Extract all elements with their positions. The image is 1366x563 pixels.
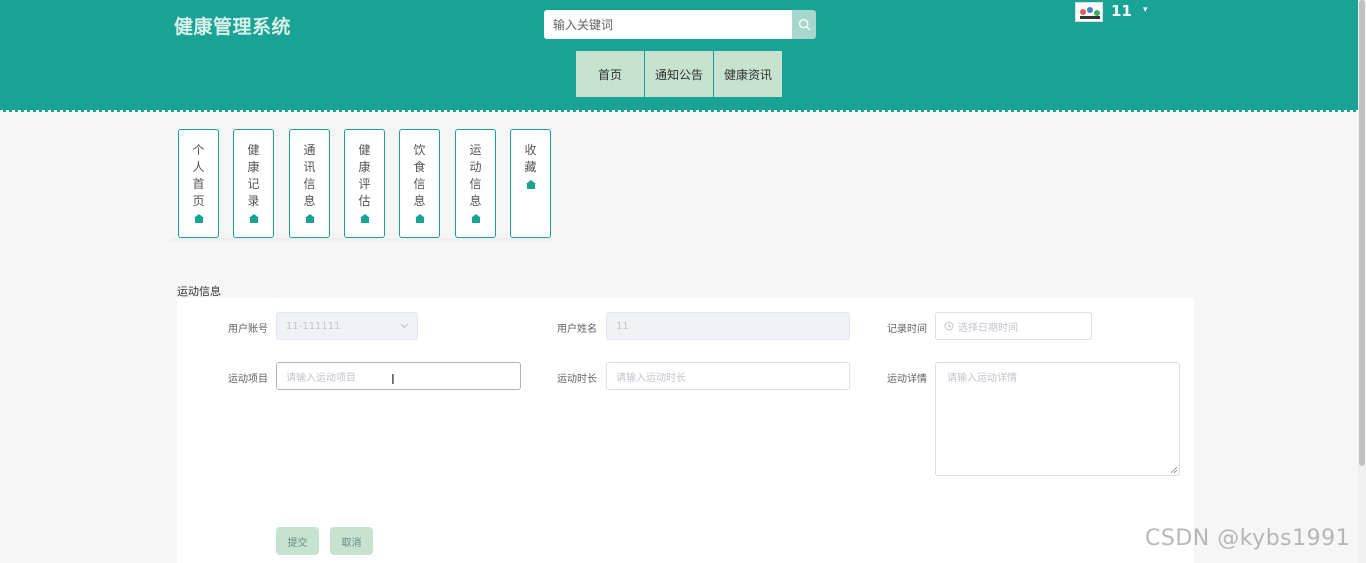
side-card-health-assessment[interactable]: 健康评估 bbox=[344, 129, 385, 238]
side-card-health-records[interactable]: 健康记录 bbox=[233, 129, 274, 238]
side-card-personal-home[interactable]: 个人首页 bbox=[178, 129, 219, 238]
watermark: CSDN @kybs1991 bbox=[1145, 526, 1351, 551]
submit-button[interactable]: 提交 bbox=[276, 527, 319, 555]
exercise-duration-placeholder: 请输入运动时长 bbox=[616, 372, 686, 384]
side-card-label: 个人首页 bbox=[192, 143, 205, 208]
username[interactable]: 11 bbox=[1111, 2, 1132, 20]
nav-item-notices[interactable]: 通知公告 bbox=[645, 51, 713, 97]
text-cursor-icon: I bbox=[391, 373, 395, 388]
search-input[interactable] bbox=[544, 10, 792, 39]
record-time-placeholder: 选择日期时间 bbox=[958, 322, 1018, 334]
side-card-diet-info[interactable]: 饮食信息 bbox=[399, 129, 440, 238]
house-icon bbox=[414, 214, 425, 223]
side-card-label: 健康评估 bbox=[358, 143, 371, 208]
chevron-down-icon[interactable]: ▾ bbox=[1143, 5, 1148, 15]
exercise-detail-label: 运动详情 bbox=[887, 374, 927, 385]
side-menu-shadow bbox=[170, 238, 550, 244]
app-title: 健康管理系统 bbox=[174, 16, 292, 38]
vertical-scrollbar[interactable] bbox=[1358, 0, 1366, 563]
exercise-item-input[interactable]: 请输入运动项目 bbox=[276, 362, 521, 390]
side-card-label: 通讯信息 bbox=[303, 143, 316, 208]
cancel-button[interactable]: 取消 bbox=[330, 527, 373, 555]
exercise-detail-textarea[interactable]: 请输入运动详情 bbox=[935, 362, 1180, 476]
record-time-picker[interactable]: 选择日期时间 bbox=[935, 312, 1092, 340]
user-name-field: 11 bbox=[606, 312, 850, 340]
search-bar bbox=[544, 10, 816, 39]
side-card-exercise-info[interactable]: 运动信息 bbox=[455, 129, 496, 238]
house-icon bbox=[304, 214, 315, 223]
side-card-label: 饮食信息 bbox=[413, 143, 426, 208]
section-title: 运动信息 bbox=[177, 285, 221, 298]
side-card-label: 健康记录 bbox=[247, 143, 260, 208]
scrollbar-thumb[interactable] bbox=[1359, 0, 1365, 466]
exercise-item-placeholder: 请输入运动项目 bbox=[286, 372, 356, 384]
chevron-down-icon bbox=[400, 323, 409, 329]
user-account-value: 11-111111 bbox=[286, 320, 341, 332]
clock-icon bbox=[944, 321, 954, 331]
house-icon bbox=[248, 214, 259, 223]
exercise-item-label: 运动项目 bbox=[228, 374, 268, 385]
user-avatar[interactable] bbox=[1075, 2, 1103, 22]
side-card-contact-info[interactable]: 通讯信息 bbox=[289, 129, 330, 238]
main-nav: 首页 通知公告 健康资讯 bbox=[576, 51, 782, 97]
record-time-label: 记录时间 bbox=[887, 324, 927, 335]
side-card-label: 运动信息 bbox=[469, 143, 482, 208]
nav-item-home[interactable]: 首页 bbox=[576, 51, 644, 97]
search-icon bbox=[798, 18, 810, 31]
house-icon bbox=[359, 214, 370, 223]
house-icon bbox=[470, 214, 481, 223]
user-name-value: 11 bbox=[616, 320, 629, 332]
header-dashed-border bbox=[0, 110, 1358, 113]
house-icon bbox=[193, 214, 204, 223]
nav-item-health-news[interactable]: 健康资讯 bbox=[714, 51, 782, 97]
side-card-label: 收藏 bbox=[524, 143, 537, 174]
side-card-favorites[interactable]: 收藏 bbox=[510, 129, 551, 238]
user-account-label: 用户账号 bbox=[228, 324, 268, 335]
resize-handle-icon[interactable] bbox=[1170, 466, 1178, 474]
top-header: 健康管理系统 11 ▾ 首页 通知公告 健康资讯 bbox=[0, 0, 1358, 112]
house-icon bbox=[525, 180, 536, 189]
user-name-label: 用户姓名 bbox=[557, 324, 597, 335]
exercise-detail-placeholder: 请输入运动详情 bbox=[947, 373, 1017, 384]
exercise-duration-input[interactable]: 请输入运动时长 bbox=[606, 362, 850, 390]
user-account-select: 11-111111 bbox=[276, 312, 418, 340]
exercise-duration-label: 运动时长 bbox=[557, 374, 597, 385]
search-button[interactable] bbox=[792, 10, 816, 39]
